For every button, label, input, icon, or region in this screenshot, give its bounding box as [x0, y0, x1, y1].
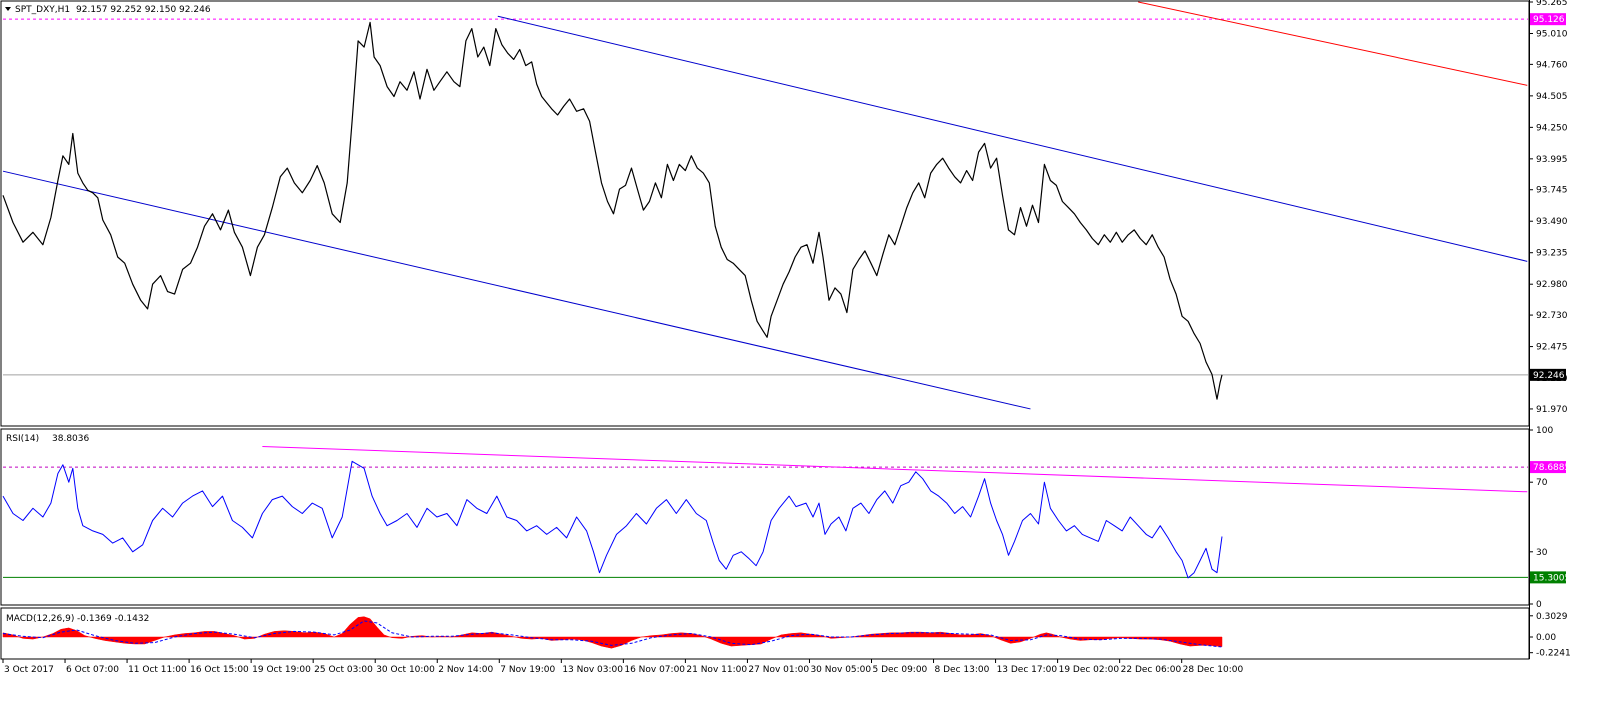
price-level-current-label: 92.246 — [1533, 371, 1565, 381]
price-axis-tick-label: 95.265 — [1536, 0, 1568, 8]
rsi-level-lower-label: 15.3005 — [1533, 573, 1570, 583]
macd-value: -0.1369 -0.1432 — [77, 614, 149, 624]
chart-svg: 95.265 95.010 94.760 94.505 94.250 93.995 93.7… — [0, 0, 1571, 675]
price-axis-tick-label: 93.490 — [1536, 217, 1568, 227]
rsi-level-upper-label: 78.6885 — [1533, 463, 1570, 473]
x-axis-tick-label: 19 Oct 19:00 — [252, 665, 311, 675]
price-header: SPT_DXY,H1 92.157 92.252 92.150 92.246 — [5, 5, 211, 15]
x-axis-tick-label: 3 Oct 2017 — [4, 665, 54, 675]
x-axis-tick-label: 22 Dec 06:00 — [1121, 665, 1182, 675]
price-axis-tick-label: 93.995 — [1536, 155, 1568, 165]
rsi-axis-tick-label: 30 — [1536, 548, 1548, 558]
macd-axis-tick-label: 0.3029 — [1536, 612, 1568, 622]
chart-root: 95.265 95.010 94.760 94.505 94.250 93.995 93.7… — [0, 0, 1604, 697]
price-ohlc-values: 92.157 92.252 92.150 92.246 — [76, 5, 211, 15]
rsi-axis-tick-label: 0 — [1536, 600, 1542, 610]
price-axis-tick-label: 92.475 — [1536, 343, 1568, 353]
x-axis-tick-label: 25 Oct 03:00 — [314, 665, 373, 675]
price-axis-tick-label: 93.235 — [1536, 249, 1568, 259]
x-axis: 3 Oct 2017 6 Oct 07:00 11 Oct 11:00 16 Oct … — [2, 659, 1244, 675]
rsi-title: RSI(14) — [6, 434, 39, 444]
x-axis-tick-label: 16 Oct 15:00 — [190, 665, 249, 675]
x-axis-tick-label: 7 Nov 19:00 — [500, 665, 555, 675]
x-axis-tick-label: 5 Dec 09:00 — [872, 665, 927, 675]
macd-axis-tick-label: -0.2241 — [1536, 649, 1571, 659]
rsi-axis-tick-label: 100 — [1536, 426, 1553, 436]
price-axis-tick-label: 94.250 — [1536, 123, 1568, 133]
price-symbol-title: SPT_DXY,H1 — [15, 5, 70, 15]
x-axis-tick-label: 30 Oct 10:00 — [376, 665, 435, 675]
x-axis-tick-label: 16 Nov 07:00 — [624, 665, 685, 675]
macd-title: MACD(12,26,9) — [6, 614, 74, 624]
macd-header: MACD(12,26,9) -0.1369 -0.1432 — [6, 614, 149, 624]
macd-axis-tick-label: 0.00 — [1536, 633, 1556, 643]
rsi-panel-frame — [0, 428, 1530, 606]
x-axis-tick-label: 21 Nov 11:00 — [686, 665, 747, 675]
price-axis-tick-label: 92.730 — [1536, 311, 1568, 321]
price-axis-tick-label: 94.505 — [1536, 92, 1568, 102]
x-axis-tick-label: 13 Dec 17:00 — [997, 665, 1058, 675]
price-axis-tick-label: 93.745 — [1536, 186, 1568, 196]
x-axis-tick-label: 30 Nov 05:00 — [810, 665, 871, 675]
x-axis-tick-label: 28 Dec 10:00 — [1183, 665, 1244, 675]
rsi-value: 38.8036 — [52, 434, 89, 444]
price-axis-tick-label: 91.970 — [1536, 405, 1568, 415]
price-axis-tick-label: 92.980 — [1536, 280, 1568, 290]
rsi-axis-tick-label: 70 — [1536, 478, 1548, 488]
x-axis-tick-label: 8 Dec 13:00 — [935, 665, 990, 675]
x-axis-tick-label: 27 Nov 01:00 — [748, 665, 809, 675]
x-axis-tick-label: 13 Nov 03:00 — [562, 665, 623, 675]
price-axis-tick-label: 95.010 — [1536, 29, 1568, 39]
price-level-95126-label: 95.126 — [1533, 15, 1565, 25]
price-axis-tick-label: 94.760 — [1536, 60, 1568, 70]
x-axis-tick-label: 19 Dec 02:00 — [1059, 665, 1120, 675]
price-panel-frame — [0, 0, 1530, 427]
x-axis-tick-label: 11 Oct 11:00 — [128, 665, 187, 675]
x-axis-tick-label: 6 Oct 07:00 — [66, 665, 119, 675]
x-axis-tick-label: 2 Nov 14:00 — [438, 665, 493, 675]
